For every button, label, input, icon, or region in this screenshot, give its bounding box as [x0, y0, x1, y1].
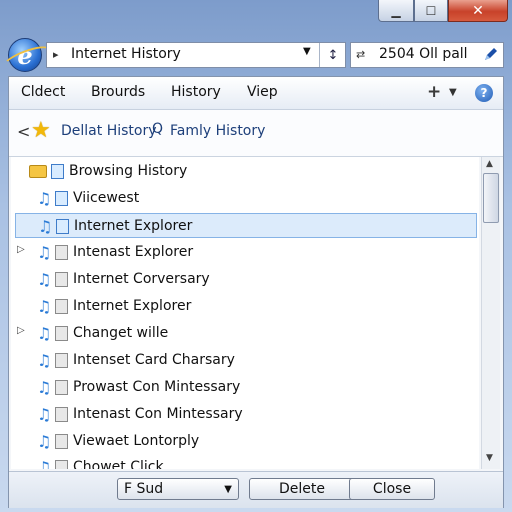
expand-arrow-icon[interactable]: ▷: [17, 244, 25, 255]
music-note-icon: ♫: [37, 351, 52, 370]
list-item[interactable]: ♫ Intenast Con Mintessary: [15, 402, 477, 427]
menu-item-history[interactable]: History: [171, 84, 221, 100]
history-window: Cldect Brourds History Viep + ▼ ? < ★ De…: [8, 76, 504, 508]
search-box[interactable]: ⇄ 2504 Oll pall: [350, 42, 504, 68]
vertical-scrollbar[interactable]: ▲ ▼: [481, 157, 500, 469]
internet-explorer-logo-icon: e: [8, 38, 42, 72]
page-icon: [55, 353, 68, 368]
button-bar: F Sud ▼ Delete Close: [9, 471, 503, 508]
search-input[interactable]: 2504 Oll pall: [379, 46, 468, 62]
default-history-link[interactable]: Dellat History: [61, 123, 157, 139]
maximize-button[interactable]: ☐: [414, 0, 448, 22]
list-item[interactable]: ♫ Intenset Card Charsary: [15, 348, 477, 373]
page-icon: [55, 299, 68, 314]
back-chevron-icon[interactable]: <: [17, 122, 30, 141]
scroll-down-icon[interactable]: ▼: [486, 453, 493, 463]
page-icon: [55, 326, 68, 341]
add-icon[interactable]: +: [427, 82, 441, 102]
list-item[interactable]: ♫ Viewaet Lontorply: [15, 429, 477, 454]
list-item[interactable]: ▷ ♫ Changet wille: [15, 321, 477, 346]
history-list[interactable]: Browsing History ♫ Viicewest ♫ Internet …: [11, 157, 479, 469]
list-item-label: Intenast Con Mintessary: [73, 406, 243, 422]
minimize-button[interactable]: ▁: [378, 0, 414, 22]
add-dropdown-icon[interactable]: ▼: [449, 87, 457, 98]
search-provider-icon: ⇄: [356, 48, 366, 61]
page-icon: [55, 407, 68, 422]
list-item-label: Viicewest: [73, 190, 140, 206]
music-note-icon: ♫: [38, 217, 53, 236]
list-item-label: Prowast Con Mintessary: [73, 379, 241, 395]
filter-select-value: F Sud: [124, 481, 164, 497]
address-bar[interactable]: ▸ Internet History ▼ ↕: [46, 42, 346, 68]
close-window-button[interactable]: ✕: [448, 0, 508, 22]
folder-icon: [29, 165, 47, 178]
address-text[interactable]: Internet History: [71, 46, 181, 62]
music-note-icon: ♫: [37, 458, 52, 469]
expand-arrow-icon[interactable]: ▷: [17, 325, 25, 336]
list-item-label: Viewaet Lontorply: [73, 433, 200, 449]
list-item[interactable]: ♫ Chowet Click: [15, 455, 477, 469]
music-note-icon: ♫: [37, 324, 52, 343]
close-button[interactable]: Close: [349, 478, 435, 500]
list-item-label: Intenset Card Charsary: [73, 352, 235, 368]
list-item[interactable]: ♫ Internet Explorer: [15, 294, 477, 319]
delete-button[interactable]: Delete: [249, 478, 355, 500]
list-item-label: Internet Corversary: [73, 271, 210, 287]
page-icon: [55, 191, 68, 206]
list-item-label: Internet Explorer: [73, 298, 192, 314]
music-note-icon: ♫: [37, 378, 52, 397]
menu-item-viep[interactable]: Viep: [247, 84, 278, 100]
music-note-icon: ♫: [37, 270, 52, 289]
page-icon: [55, 380, 68, 395]
page-icon: [51, 164, 64, 179]
list-item[interactable]: ♫ Prowast Con Mintessary: [15, 375, 477, 400]
menu-bar: Cldect Brourds History Viep + ▼ ?: [9, 77, 503, 110]
list-item-label: Internet Explorer: [74, 218, 193, 234]
menu-item-brourds[interactable]: Brourds: [91, 84, 145, 100]
page-icon: [55, 434, 68, 449]
page-icon: [56, 219, 69, 234]
star-icon: ★: [31, 118, 51, 143]
help-icon[interactable]: ?: [475, 84, 493, 102]
family-history-link[interactable]: Famly History: [170, 123, 265, 139]
music-note-icon: ♫: [37, 405, 52, 424]
menu-item-cldect[interactable]: Cldect: [21, 84, 65, 100]
list-item-label: Intenast Explorer: [73, 244, 194, 260]
address-dropdown-icon[interactable]: ▼: [303, 46, 311, 57]
chevron-down-icon: ▼: [224, 484, 232, 495]
list-item[interactable]: ♫ Internet Corversary: [15, 267, 477, 292]
list-item-selected[interactable]: ♫ Internet Explorer: [15, 213, 477, 238]
music-note-icon: ♫: [37, 243, 52, 262]
list-item-label: Browsing History: [69, 163, 188, 179]
list-item[interactable]: ▷ ♫ Intenast Explorer: [15, 240, 477, 265]
list-item-label: Chowet Click: [73, 459, 164, 469]
list-item[interactable]: Browsing History: [15, 159, 477, 184]
favorites-bar: < ★ Dellat History Q Famly History: [9, 110, 503, 157]
title-bar: ▁ ☐ ✕: [0, 0, 512, 28]
search-icon: Q: [152, 121, 164, 137]
scroll-up-icon[interactable]: ▲: [486, 159, 493, 169]
music-note-icon: ♫: [37, 432, 52, 451]
address-arrow-icon: ▸: [53, 48, 59, 61]
scroll-thumb[interactable]: [483, 173, 499, 223]
pen-icon[interactable]: [483, 46, 499, 66]
music-note-icon: ♫: [37, 297, 52, 316]
music-note-icon: ♫: [37, 189, 52, 208]
refresh-icon[interactable]: ↕: [319, 43, 346, 67]
page-icon: [55, 272, 68, 287]
list-item-label: Changet wille: [73, 325, 169, 341]
filter-select[interactable]: F Sud ▼: [117, 478, 239, 500]
list-item[interactable]: ♫ Viicewest: [15, 186, 477, 211]
page-icon: [55, 460, 68, 469]
page-icon: [55, 245, 68, 260]
